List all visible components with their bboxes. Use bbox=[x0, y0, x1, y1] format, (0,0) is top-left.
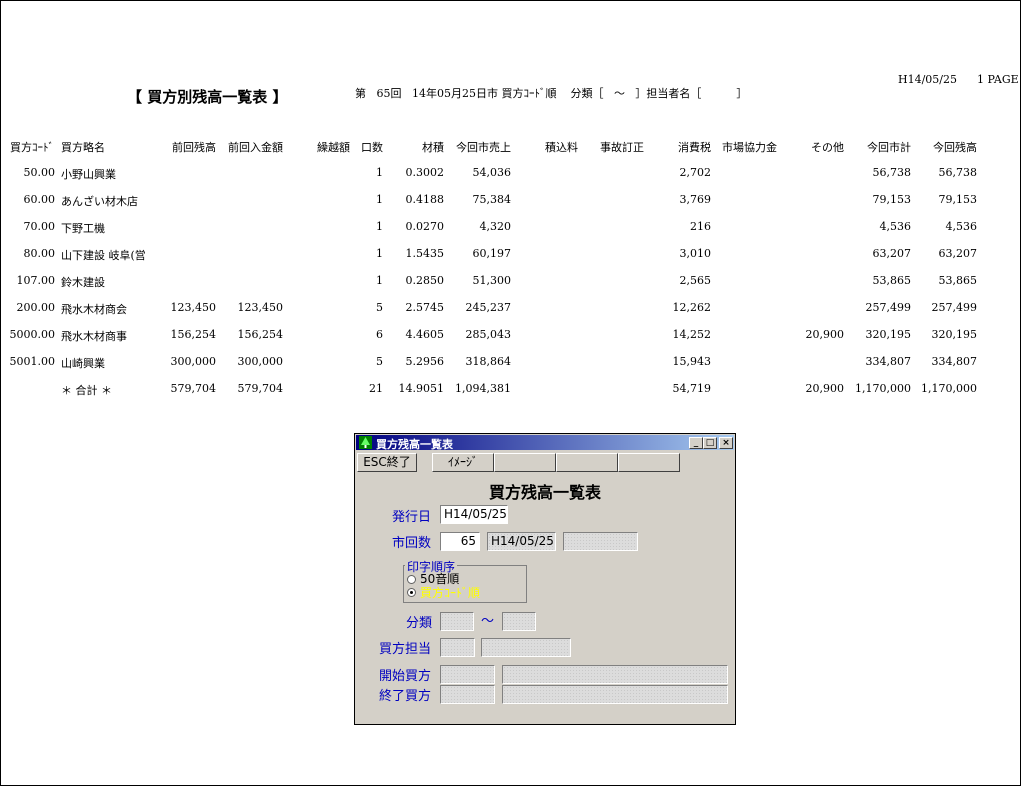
cell-sales: 4,320 bbox=[479, 220, 512, 233]
cell-buyer-name: 山下建設 岐阜(営 bbox=[61, 249, 146, 262]
report-title: 【 買方別残高一覧表 】 bbox=[127, 88, 288, 106]
maximize-button[interactable]: □ bbox=[703, 437, 717, 449]
order-radio-buyer-code[interactable] bbox=[407, 588, 416, 597]
cell-consumption-tax: 2,702 bbox=[679, 166, 712, 179]
cell-sales: 51,300 bbox=[472, 274, 512, 287]
toolbar-button-4[interactable] bbox=[556, 453, 618, 472]
image-preview-button[interactable]: ｲﾒｰｼﾞ bbox=[432, 453, 494, 472]
end-buyer-name-field bbox=[502, 685, 728, 704]
end-buyer-label: 終了買方 bbox=[379, 689, 432, 704]
cell-current-balance: 53,865 bbox=[938, 274, 978, 287]
category-to-field[interactable] bbox=[502, 612, 536, 631]
cell-buyer-code: 60.00 bbox=[23, 193, 56, 206]
dialog-heading: 買方残高一覧表 bbox=[488, 483, 601, 502]
cell-buyer-name: 鈴木建設 bbox=[61, 276, 105, 289]
start-buyer-code-field[interactable] bbox=[440, 665, 495, 684]
cell-consumption-tax: 3,769 bbox=[679, 193, 712, 206]
cell-buyer-code: 50.00 bbox=[23, 166, 56, 179]
order-radio-gojuon[interactable] bbox=[407, 575, 416, 584]
order-option-buyer-code[interactable]: 買方ｺｰﾄﾞ順 bbox=[420, 584, 480, 601]
start-buyer-name-field bbox=[502, 665, 728, 684]
toolbar-button-3[interactable] bbox=[494, 453, 556, 472]
cell-buyer-name: あんざい材木店 bbox=[61, 195, 138, 208]
cell-current-balance: 4,536 bbox=[945, 220, 978, 233]
report-header-info: 第 65回 14年05月25日市 買方ｺｰﾄﾞ順 分類［ ～ ］担当者名［ ］ bbox=[355, 87, 748, 100]
esc-exit-button[interactable]: ESC終了 bbox=[357, 453, 417, 472]
toolbar-button-5[interactable] bbox=[618, 453, 680, 472]
page-number: 1 PAGE bbox=[977, 73, 1019, 86]
cell-consumption-tax: 15,943 bbox=[672, 355, 712, 368]
cell-sales: 245,237 bbox=[465, 301, 512, 314]
cell-consumption-tax: 2,565 bbox=[679, 274, 712, 287]
cell-current-balance: 320,195 bbox=[931, 328, 978, 341]
buyer-staff-code-field[interactable] bbox=[440, 638, 475, 657]
cell-buyer-name: 小野山興業 bbox=[61, 168, 116, 181]
issue-date-field[interactable]: H14/05/25 bbox=[440, 505, 508, 524]
end-buyer-code-field[interactable] bbox=[440, 685, 495, 704]
cell-current-balance: 334,807 bbox=[931, 355, 978, 368]
cell-current-balance: 63,207 bbox=[938, 247, 978, 260]
cell-sales: 1,094,381 bbox=[455, 382, 511, 395]
report-dialog-window[interactable]: 買方残高一覧表 _ □ × ESC終了 ｲﾒｰｼﾞ 買方残高一覧表 発行日 H1… bbox=[354, 433, 736, 725]
report-date: H14/05/25 bbox=[898, 73, 957, 86]
cell-buyer-name: 下野工機 bbox=[61, 222, 105, 235]
column-header-current-balance: 今回残高 bbox=[933, 141, 977, 154]
dialog-window-title: 買方残高一覧表 bbox=[376, 438, 453, 451]
start-buyer-label: 開始買方 bbox=[379, 669, 432, 684]
minimize-button[interactable]: _ bbox=[689, 437, 703, 449]
category-label: 分類 bbox=[406, 616, 433, 631]
cell-sales: 75,384 bbox=[472, 193, 512, 206]
cell-consumption-tax: 12,262 bbox=[672, 301, 712, 314]
cell-buyer-code: 70.00 bbox=[23, 220, 56, 233]
category-from-field[interactable] bbox=[440, 612, 474, 631]
cell-sales: 54,036 bbox=[472, 166, 512, 179]
round-number-field[interactable]: 65 bbox=[440, 532, 480, 551]
cell-current-balance: 56,738 bbox=[938, 166, 978, 179]
issue-date-label: 発行日 bbox=[392, 510, 432, 525]
cell-consumption-tax: 3,010 bbox=[679, 247, 712, 260]
category-range-separator: ～ bbox=[481, 614, 495, 629]
round-extra-field bbox=[563, 532, 638, 551]
tree-app-icon bbox=[359, 436, 372, 449]
round-date-field: H14/05/25 bbox=[487, 532, 556, 551]
close-button[interactable]: × bbox=[719, 437, 733, 449]
cell-buyer-code: 80.00 bbox=[23, 247, 56, 260]
cell-sales: 318,864 bbox=[465, 355, 512, 368]
round-label: 市回数 bbox=[392, 536, 432, 551]
buyer-staff-label: 買方担当 bbox=[379, 642, 432, 657]
buyer-staff-name-field bbox=[481, 638, 571, 657]
cell-buyer-code: 107.00 bbox=[16, 274, 56, 287]
cell-current-balance: 257,499 bbox=[931, 301, 978, 314]
cell-consumption-tax: 216 bbox=[690, 220, 711, 233]
cell-current-balance: 1,170,000 bbox=[921, 382, 977, 395]
cell-sales: 60,197 bbox=[472, 247, 512, 260]
cell-current-balance: 79,153 bbox=[938, 193, 978, 206]
cell-sales: 285,043 bbox=[465, 328, 512, 341]
dialog-title-bar[interactable]: 買方残高一覧表 _ □ × bbox=[356, 435, 734, 451]
